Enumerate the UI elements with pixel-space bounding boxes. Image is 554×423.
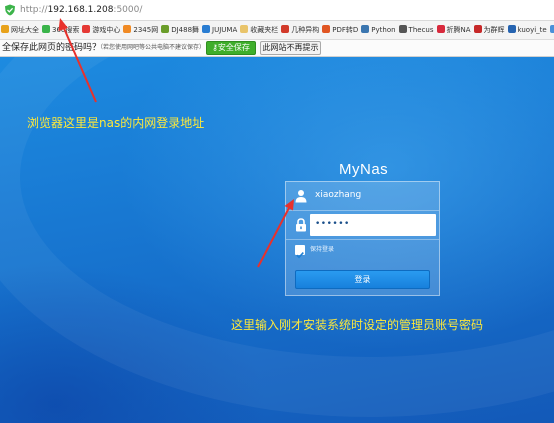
bookmark-favicon-icon bbox=[82, 25, 91, 33]
bookmark-label: 收藏夹栏 bbox=[250, 26, 279, 34]
bookmark-label: 网址大全 bbox=[11, 26, 39, 34]
save-password-button[interactable]: ⚷安全保存 bbox=[206, 41, 256, 55]
never-prompt-button[interactable]: 此网站不再提示 bbox=[260, 41, 321, 55]
url-text[interactable]: http://192.168.1.208:5000/ bbox=[20, 4, 142, 16]
bookmark-label: 为群辉 bbox=[483, 26, 505, 34]
bookmark-label: Thecus bbox=[408, 26, 434, 34]
url-protocol: http:// bbox=[20, 5, 48, 15]
checkmark-icon bbox=[296, 252, 304, 259]
address-annotation: 浏览器这里是nas的内网登录地址 bbox=[27, 116, 205, 130]
bookmark-favicon-icon bbox=[123, 25, 132, 33]
bookmark-item[interactable]: 游戏中心 bbox=[81, 21, 120, 39]
bookmark-favicon-icon bbox=[322, 25, 331, 33]
password-input[interactable]: •••••• bbox=[310, 214, 436, 236]
bookmark-item[interactable]: 网址大全 bbox=[0, 21, 39, 39]
lock-icon bbox=[296, 218, 306, 232]
login-button[interactable]: 登录 bbox=[295, 270, 430, 289]
bookmark-label: PDF转D bbox=[332, 26, 359, 34]
bookmark-item[interactable]: 360搜索 bbox=[41, 21, 79, 39]
bookmark-label: 游戏中心 bbox=[92, 26, 121, 34]
background-wave bbox=[0, 57, 554, 417]
bookmark-favicon-icon bbox=[549, 25, 554, 33]
password-row: •••••• bbox=[286, 211, 439, 240]
brand-title: MyNas bbox=[339, 161, 389, 178]
login-form: xiaozhang •••••• 保持登录 登录 bbox=[285, 181, 440, 296]
bookmark-label: 折腾NA bbox=[446, 26, 471, 34]
bookmark-favicon-icon bbox=[507, 25, 516, 33]
bookmarks-bar: 网址大全 360搜索 游戏中心 2345网 DJ488舞 JUJUMA 收藏夹栏 几种异构 PD… bbox=[0, 21, 554, 40]
bookmark-label: 几种异构 bbox=[291, 26, 320, 34]
address-bar[interactable]: http://192.168.1.208:5000/ bbox=[0, 0, 554, 21]
user-icon bbox=[295, 190, 307, 203]
url-host: 192.168.1.208 bbox=[47, 5, 114, 15]
bookmark-favicon-icon bbox=[42, 25, 50, 33]
bookmark-item[interactable]: DJ488舞 bbox=[160, 21, 199, 39]
bookmark-item[interactable]: 2345网 bbox=[122, 21, 158, 39]
password-annotation: 这里输入刚才安装系统时设定的管理员账号密码 bbox=[231, 318, 484, 332]
bookmark-item[interactable]: 教你怎 bbox=[549, 21, 554, 39]
bookmark-item[interactable]: PDF转D bbox=[321, 21, 358, 39]
bookmark-item[interactable]: 折腾NA bbox=[436, 21, 471, 39]
save-password-question: 全保存此网页的密码吗？ bbox=[2, 43, 102, 53]
bookmark-favicon-icon bbox=[240, 25, 249, 33]
bookmark-favicon-icon bbox=[202, 25, 211, 33]
nas-login-page: 浏览器这里是nas的内网登录地址 MyNas xiaozhang •••••• bbox=[0, 57, 554, 423]
bookmark-item[interactable]: 为群辉 bbox=[473, 21, 505, 39]
bookmark-favicon-icon bbox=[398, 25, 407, 33]
bookmark-item[interactable]: Python bbox=[360, 21, 396, 39]
bookmark-favicon-icon bbox=[361, 25, 370, 33]
username-value: xiaozhang bbox=[315, 190, 362, 200]
url-port: :5000/ bbox=[113, 5, 143, 15]
shield-icon bbox=[5, 4, 15, 16]
bookmark-item[interactable]: 收藏夹栏 bbox=[239, 21, 278, 39]
bookmark-item[interactable]: Thecus bbox=[398, 21, 434, 39]
checkbox[interactable] bbox=[295, 245, 305, 259]
bookmark-label: 360搜索 bbox=[52, 26, 80, 34]
password-value: •••••• bbox=[315, 219, 350, 229]
username-field[interactable]: xiaozhang bbox=[286, 182, 439, 211]
bookmark-favicon-icon bbox=[1, 25, 9, 33]
bookmark-item[interactable]: kuoyi_te bbox=[507, 21, 547, 39]
bookmark-favicon-icon bbox=[436, 25, 445, 33]
bookmark-label: JUJUMA bbox=[212, 26, 238, 34]
bookmark-label: Python bbox=[371, 26, 396, 34]
bookmark-favicon-icon bbox=[161, 25, 170, 33]
bookmark-item[interactable]: JUJUMA bbox=[201, 21, 237, 39]
save-password-hint: （若您使用网吧等公共电脑不建议保存） bbox=[97, 44, 206, 51]
bookmark-favicon-icon bbox=[281, 25, 290, 33]
save-password-bar: 全保存此网页的密码吗？ （若您使用网吧等公共电脑不建议保存） ⚷安全保存 此网站… bbox=[0, 40, 554, 57]
bookmark-item[interactable]: 几种异构 bbox=[280, 21, 319, 39]
bookmark-label: kuoyi_te bbox=[517, 26, 547, 34]
bookmark-label: 2345网 bbox=[133, 26, 159, 34]
remember-me-label: 保持登录 bbox=[310, 246, 335, 253]
bookmark-favicon-icon bbox=[473, 25, 482, 33]
save-password-label: 安全保存 bbox=[217, 43, 250, 52]
bookmark-label: DJ488舞 bbox=[171, 26, 200, 34]
